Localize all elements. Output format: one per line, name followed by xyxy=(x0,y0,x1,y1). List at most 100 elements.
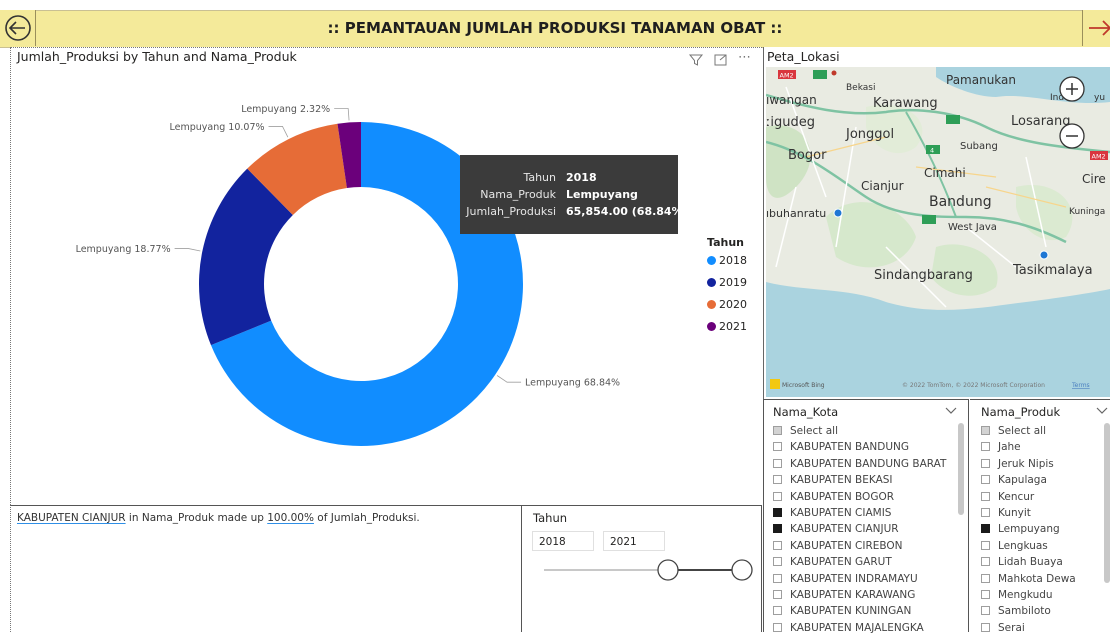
svg-text:Microsoft Bing: Microsoft Bing xyxy=(782,382,825,389)
checkbox[interactable] xyxy=(773,426,782,435)
year-min-input[interactable]: 2018 xyxy=(532,531,594,551)
legend-item-2018[interactable]: 2018 xyxy=(707,250,747,272)
year-range-slider[interactable] xyxy=(540,558,760,582)
list-item[interactable]: Jeruk Nipis xyxy=(981,456,1106,472)
legend-dot xyxy=(707,300,716,309)
legend-item-2019[interactable]: 2019 xyxy=(707,272,747,294)
data-label: Lempuyang 10.07% xyxy=(170,122,265,133)
svg-text:Subang: Subang xyxy=(960,141,998,152)
list-item[interactable]: KABUPATEN GARUT xyxy=(773,554,953,570)
list-item[interactable]: KABUPATEN KARAWANG xyxy=(773,587,953,603)
svg-text:Karawang: Karawang xyxy=(873,96,938,111)
legend-item-2021[interactable]: 2021 xyxy=(707,316,747,338)
list-item[interactable]: KABUPATEN KUNINGAN xyxy=(773,603,953,619)
svg-text:Cianjur: Cianjur xyxy=(861,179,904,193)
checkbox[interactable] xyxy=(981,442,990,452)
produk-scrollbar[interactable] xyxy=(1104,423,1110,583)
list-item[interactable]: KABUPATEN BEKASI xyxy=(773,472,953,488)
checkbox[interactable] xyxy=(981,606,990,616)
list-item[interactable]: KABUPATEN BANDUNG xyxy=(773,439,953,455)
map-canvas[interactable]: AM2 4 AM2 Bekasi Pamanukan Ind yu ıwanga… xyxy=(766,67,1110,397)
svg-text:Cire: Cire xyxy=(1082,172,1106,186)
svg-text:Bekasi: Bekasi xyxy=(846,83,875,93)
checkbox[interactable] xyxy=(981,475,990,485)
slider-handle-min xyxy=(657,559,679,581)
kota-scrollbar[interactable] xyxy=(958,423,964,515)
list-item[interactable]: Kapulaga xyxy=(981,472,1106,488)
list-item[interactable]: KABUPATEN CIANJUR xyxy=(773,521,953,537)
svg-text:ıbuhanratu: ıbuhanratu xyxy=(766,207,826,220)
list-item[interactable]: Lidah Buaya xyxy=(981,554,1106,570)
svg-text:AM2: AM2 xyxy=(780,72,794,80)
list-item[interactable]: Lempuyang xyxy=(981,521,1106,537)
checkbox[interactable] xyxy=(981,573,990,583)
checkbox[interactable] xyxy=(981,622,990,632)
chevron-down-icon[interactable] xyxy=(945,405,957,418)
list-item[interactable]: KABUPATEN CIREBON xyxy=(773,538,953,554)
zoom-out-button[interactable] xyxy=(1058,122,1086,150)
list-item[interactable]: KABUPATEN INDRAMAYU xyxy=(773,571,953,587)
zoom-out-icon xyxy=(1059,123,1085,149)
list-item[interactable]: KABUPATEN MAJALENGKA xyxy=(773,620,953,636)
checkbox[interactable] xyxy=(981,557,990,567)
checkbox[interactable] xyxy=(773,557,782,567)
checkbox[interactable] xyxy=(773,475,782,485)
svg-text:West Java: West Java xyxy=(948,222,997,233)
checkbox[interactable] xyxy=(981,491,990,501)
zoom-in-icon xyxy=(1059,76,1085,102)
data-label: Lempuyang 18.77% xyxy=(76,244,171,255)
map-title: Peta_Lokasi xyxy=(767,49,840,64)
svg-text:AM2: AM2 xyxy=(1092,153,1106,161)
tooltip-row-tahun: Tahun 2018 xyxy=(523,171,597,184)
list-item[interactable]: KABUPATEN BANDUNG BARAT xyxy=(773,456,953,472)
checkbox[interactable] xyxy=(773,442,782,452)
checkbox[interactable] xyxy=(773,589,782,599)
checkbox[interactable] xyxy=(981,426,990,435)
list-item[interactable]: Jahe xyxy=(981,439,1106,455)
narrative-entity: KABUPATEN CIANJUR xyxy=(17,512,126,524)
legend-dot xyxy=(707,278,716,287)
data-label: Lempuyang 2.32% xyxy=(241,104,330,115)
zoom-in-button[interactable] xyxy=(1058,75,1086,103)
svg-text:Terms: Terms xyxy=(1071,382,1090,389)
checkbox[interactable] xyxy=(773,458,782,468)
list-item[interactable]: Kunyit xyxy=(981,505,1106,521)
checkbox[interactable] xyxy=(773,524,782,534)
list-item[interactable]: Lengkuas xyxy=(981,538,1106,554)
list-item[interactable]: Serai xyxy=(981,620,1106,636)
list-item[interactable]: Select all xyxy=(773,423,953,439)
list-item[interactable]: KABUPATEN CIAMIS xyxy=(773,505,953,521)
checkbox[interactable] xyxy=(773,491,782,501)
svg-text:Jonggol: Jonggol xyxy=(845,127,894,142)
list-item[interactable]: Mahkota Dewa xyxy=(981,571,1106,587)
checkbox[interactable] xyxy=(773,606,782,616)
legend-item-2020[interactable]: 2020 xyxy=(707,294,747,316)
checkbox[interactable] xyxy=(773,573,782,583)
kota-slicer-title: Nama_Kota xyxy=(773,405,839,419)
leader-line xyxy=(174,248,201,252)
chevron-down-icon[interactable] xyxy=(1096,405,1108,418)
svg-text:Tasikmalaya: Tasikmalaya xyxy=(1012,263,1093,278)
checkbox[interactable] xyxy=(981,540,990,550)
checkbox[interactable] xyxy=(773,540,782,550)
donut-chart: Lempuyang 68.84% Lempuyang 18.77% Lempuyan… xyxy=(76,104,620,446)
list-item[interactable]: KABUPATEN BOGOR xyxy=(773,489,953,505)
checkbox[interactable] xyxy=(981,458,990,468)
year-slicer-title: Tahun xyxy=(533,511,568,525)
checkbox[interactable] xyxy=(773,622,782,632)
list-item[interactable]: Sambiloto xyxy=(981,603,1106,619)
leader-line xyxy=(334,108,350,121)
checkbox[interactable] xyxy=(981,524,990,534)
list-item[interactable]: Mengkudu xyxy=(981,587,1106,603)
legend-dot xyxy=(707,322,716,331)
checkbox[interactable] xyxy=(981,507,990,517)
list-item[interactable]: Kencur xyxy=(981,489,1106,505)
list-item[interactable]: Select all xyxy=(981,423,1106,439)
next-button[interactable] xyxy=(1082,10,1110,46)
svg-text:Bogor: Bogor xyxy=(788,148,827,163)
checkbox[interactable] xyxy=(981,589,990,599)
chart-tooltip: Tahun 2018 Nama_Produk Lempuyang Jumlah_Pr… xyxy=(460,155,688,234)
year-max-input[interactable]: 2021 xyxy=(603,531,665,551)
produk-slicer-title: Nama_Produk xyxy=(981,405,1061,419)
checkbox[interactable] xyxy=(773,507,782,517)
